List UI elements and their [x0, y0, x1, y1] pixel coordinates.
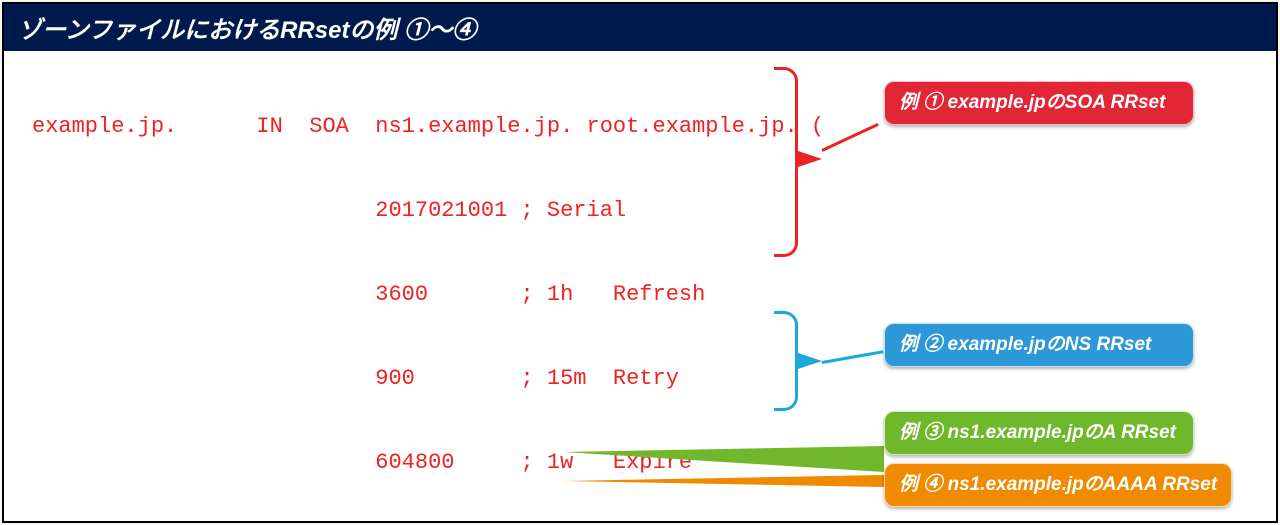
pointer-aaaa — [564, 475, 884, 487]
pointer-a — [564, 446, 884, 472]
callout-ns: 例 ② example.jpのNS RRset — [884, 323, 1194, 367]
bracket-ns — [774, 311, 798, 411]
bracket-nub-soa — [798, 151, 822, 167]
callout-soa: 例 ① example.jpのSOA RRset — [884, 81, 1194, 125]
callout-a: 例 ③ ns1.example.jpのA RRset — [884, 411, 1194, 455]
callout-aaaa: 例 ④ ns1.example.jpのAAAA RRset — [884, 463, 1232, 507]
bracket-soa — [774, 67, 798, 257]
soa-line-3: 900 ; 15m Retry — [4, 365, 1276, 393]
soa-line-2: 3600 ; 1h Refresh — [4, 281, 1276, 309]
slide-title: ゾーンファイルにおけるRRsetの例 ①～④ — [4, 4, 1276, 51]
zone-file-content: example.jp. IN SOA ns1.example.jp. root.… — [4, 51, 1276, 523]
slide: ゾーンファイルにおけるRRsetの例 ①～④ example.jp. IN SO… — [2, 2, 1278, 523]
bracket-nub-ns — [798, 353, 822, 369]
soa-line-1: 2017021001 ; Serial — [4, 197, 1276, 225]
connector-ns — [822, 350, 884, 364]
